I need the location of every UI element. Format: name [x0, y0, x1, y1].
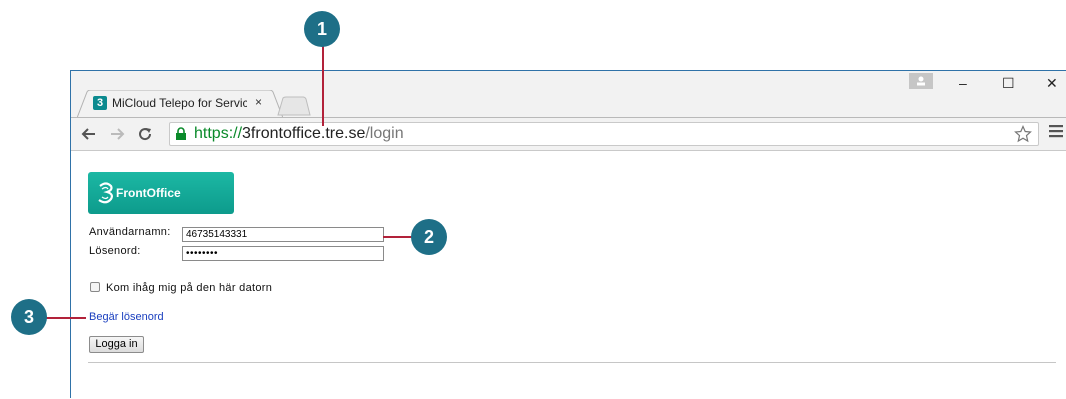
- maximize-button[interactable]: ☐: [1002, 75, 1015, 92]
- tab-close-icon[interactable]: ×: [255, 95, 262, 109]
- login-button[interactable]: Logga in: [89, 336, 144, 353]
- tab-title[interactable]: MiCloud Telepo for Servic: [112, 96, 247, 110]
- close-button[interactable]: ✕: [1046, 75, 1058, 92]
- password-field[interactable]: ••••••••: [182, 246, 384, 261]
- url-text: https://3frontoffice.tre.se/login: [194, 125, 404, 143]
- callout-3: 3: [11, 299, 47, 335]
- url-scheme: https://: [194, 125, 243, 142]
- menu-icon[interactable]: [1049, 124, 1063, 138]
- callout-2: 2: [411, 219, 447, 255]
- callout-1: 1: [304, 11, 340, 47]
- url-host: 3frontoffice.tre.se: [242, 125, 366, 142]
- toolbar: https://3frontoffice.tre.se/login: [71, 117, 1066, 151]
- callout-3-leader: [46, 317, 86, 319]
- minimize-button[interactable]: –: [959, 75, 967, 91]
- profile-icon[interactable]: [909, 73, 933, 89]
- title-bar: 3 MiCloud Telepo for Servic × – ☐ ✕: [71, 71, 1066, 118]
- callout-2-leader: [383, 236, 413, 238]
- request-password-link[interactable]: Begär lösenord: [89, 311, 164, 323]
- divider: [88, 362, 1056, 363]
- remember-checkbox[interactable]: [90, 282, 100, 292]
- address-bar[interactable]: https://3frontoffice.tre.se/login: [169, 122, 1039, 146]
- reload-icon[interactable]: [137, 126, 153, 142]
- page-content: FrontOffice Användarnamn: 46735143331 Lö…: [71, 151, 1066, 399]
- url-path: /login: [365, 125, 404, 142]
- browser-window: 3 MiCloud Telepo for Servic × – ☐ ✕ http…: [70, 70, 1066, 399]
- three-logo-icon: [98, 182, 113, 204]
- username-field[interactable]: 46735143331: [182, 227, 384, 242]
- password-label: Lösenord:: [89, 245, 141, 257]
- remember-label[interactable]: Kom ihåg mig på den här datorn: [106, 282, 272, 294]
- forward-icon[interactable]: [109, 126, 125, 142]
- tab-favicon: 3: [93, 96, 107, 110]
- frontoffice-logo: FrontOffice: [88, 172, 234, 214]
- logo-text: FrontOffice: [116, 186, 181, 200]
- username-label: Användarnamn:: [89, 226, 171, 238]
- callout-1-leader: [322, 46, 324, 126]
- back-icon[interactable]: [81, 126, 97, 142]
- star-icon[interactable]: [1014, 125, 1032, 143]
- lock-icon: [176, 127, 186, 140]
- new-tab-button[interactable]: [277, 96, 311, 116]
